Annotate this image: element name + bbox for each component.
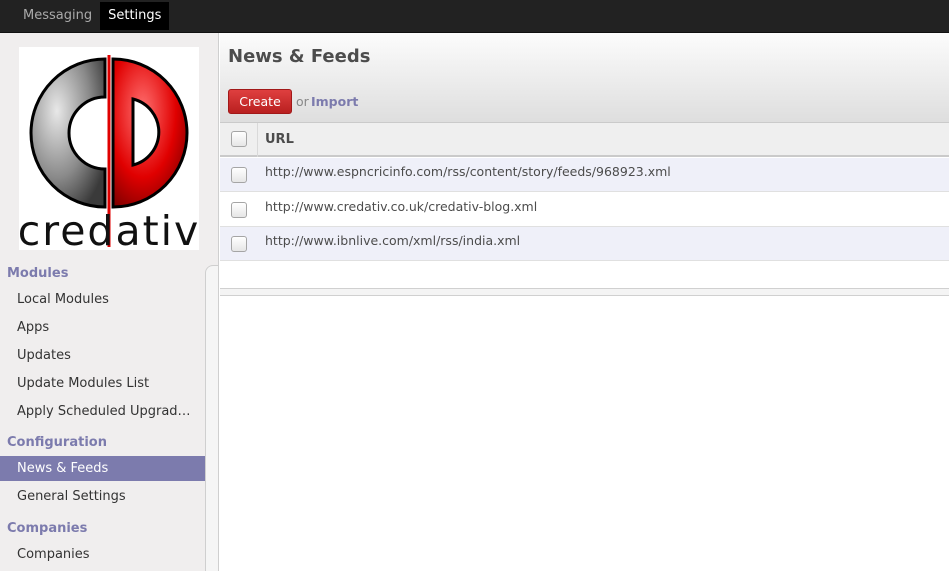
sidebar-item-updates[interactable]: Updates: [0, 343, 205, 368]
select-all-checkbox[interactable]: [231, 131, 247, 147]
import-link[interactable]: Import: [311, 94, 358, 109]
table-row[interactable]: http://www.ibnlive.com/xml/rss/india.xml: [220, 227, 949, 261]
top-menu-messaging[interactable]: Messaging: [15, 2, 100, 30]
company-logo[interactable]: credativ: [18, 47, 199, 255]
main-content: News & Feeds Create or Import URL http:/…: [220, 33, 949, 571]
sidebar-item-news-feeds[interactable]: News & Feeds: [0, 456, 205, 481]
sidebar-item-local-modules[interactable]: Local Modules: [0, 287, 205, 312]
sidebar-item-update-modules-list[interactable]: Update Modules List: [0, 371, 205, 396]
top-menu-settings[interactable]: Settings: [100, 2, 170, 30]
page-title: News & Feeds: [228, 46, 371, 67]
view-header: News & Feeds Create or Import: [220, 33, 949, 123]
header-divider: [257, 123, 258, 157]
sidebar-item-general-settings[interactable]: General Settings: [0, 484, 205, 509]
url-cell[interactable]: http://www.credativ.co.uk/credativ-blog.…: [265, 199, 537, 214]
sidebar-item-apply-scheduled-upgrades[interactable]: Apply Scheduled Upgrad…: [0, 399, 205, 424]
column-header-url[interactable]: URL: [265, 132, 294, 147]
row-checkbox[interactable]: [231, 167, 247, 183]
top-navigation-bar: Messaging Settings: [0, 0, 949, 33]
sidebar-scrollbar[interactable]: [205, 265, 218, 571]
table-row[interactable]: http://www.espncricinfo.com/rss/content/…: [220, 158, 949, 192]
row-checkbox[interactable]: [231, 236, 247, 252]
url-cell[interactable]: http://www.espncricinfo.com/rss/content/…: [265, 164, 671, 179]
row-checkbox[interactable]: [231, 202, 247, 218]
sidebar-section-companies[interactable]: Companies: [7, 521, 87, 536]
sidebar-item-apps[interactable]: Apps: [0, 315, 205, 340]
table-header: URL: [220, 123, 949, 157]
sidebar-section-configuration[interactable]: Configuration: [7, 435, 107, 450]
url-cell[interactable]: http://www.ibnlive.com/xml/rss/india.xml: [265, 233, 520, 248]
credativ-logo-icon: credativ: [18, 55, 199, 255]
table-footer: [220, 288, 949, 296]
sidebar: credativ Modules Local Modules Apps Upda…: [0, 33, 219, 571]
or-label: or: [296, 94, 309, 109]
logo-wordmark: credativ: [19, 207, 199, 250]
sidebar-section-modules[interactable]: Modules: [7, 266, 68, 281]
table-row[interactable]: http://www.credativ.co.uk/credativ-blog.…: [220, 193, 949, 227]
sidebar-item-companies[interactable]: Companies: [0, 542, 205, 567]
create-button[interactable]: Create: [228, 89, 292, 114]
top-menu: Messaging Settings: [15, 2, 170, 30]
